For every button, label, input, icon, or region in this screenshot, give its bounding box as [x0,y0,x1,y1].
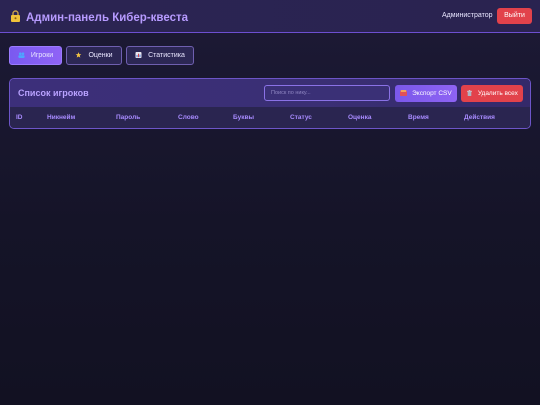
page-title: Админ-панель Кибер-квеста [9,9,188,24]
tab-statistics[interactable]: Статистика [126,46,194,65]
export-icon [400,90,412,97]
delete-all-label: Удалить всех [477,90,518,97]
chart-icon [135,47,145,64]
tab-statistics-label: Статистика [148,52,185,59]
tab-ratings[interactable]: Оценки [66,46,122,65]
top-bar: Админ-панель Кибер-квеста Администратор … [0,0,540,33]
column-header-status[interactable]: Статус [290,114,312,121]
column-header-word[interactable]: Слово [178,114,199,121]
trash-icon [466,90,478,97]
user-name: Администратор [442,12,493,19]
column-header-actions: Действия [464,114,495,121]
title-text: Админ-панель Кибер-квеста [26,12,188,24]
players-panel-header: Список игроков Экспорт CSV Удалить всех [10,79,530,107]
logout-button[interactable]: Выйти [497,8,532,24]
players-panel-title: Список игроков [18,88,89,98]
star-icon [75,47,85,64]
search-input[interactable] [264,85,390,101]
tab-players[interactable]: Игроки [9,46,62,65]
export-csv-button[interactable]: Экспорт CSV [395,85,457,102]
players-table-header: ID Никнейм Пароль Слово Буквы Статус Оце… [10,107,530,128]
players-panel: Список игроков Экспорт CSV Удалить всех … [9,78,531,129]
column-header-rating[interactable]: Оценка [348,114,371,121]
tab-ratings-label: Оценки [88,52,113,59]
column-header-time[interactable]: Время [408,114,429,121]
delete-all-button[interactable]: Удалить всех [461,85,523,102]
column-header-letters[interactable]: Буквы [233,114,254,121]
column-header-nickname[interactable]: Никнейм [47,114,75,121]
export-csv-label: Экспорт CSV [412,90,452,97]
users-icon [18,47,28,64]
column-header-id[interactable]: ID [16,114,23,121]
column-header-password[interactable]: Пароль [116,114,140,121]
lock-icon [9,10,22,22]
tab-players-label: Игроки [30,52,54,59]
